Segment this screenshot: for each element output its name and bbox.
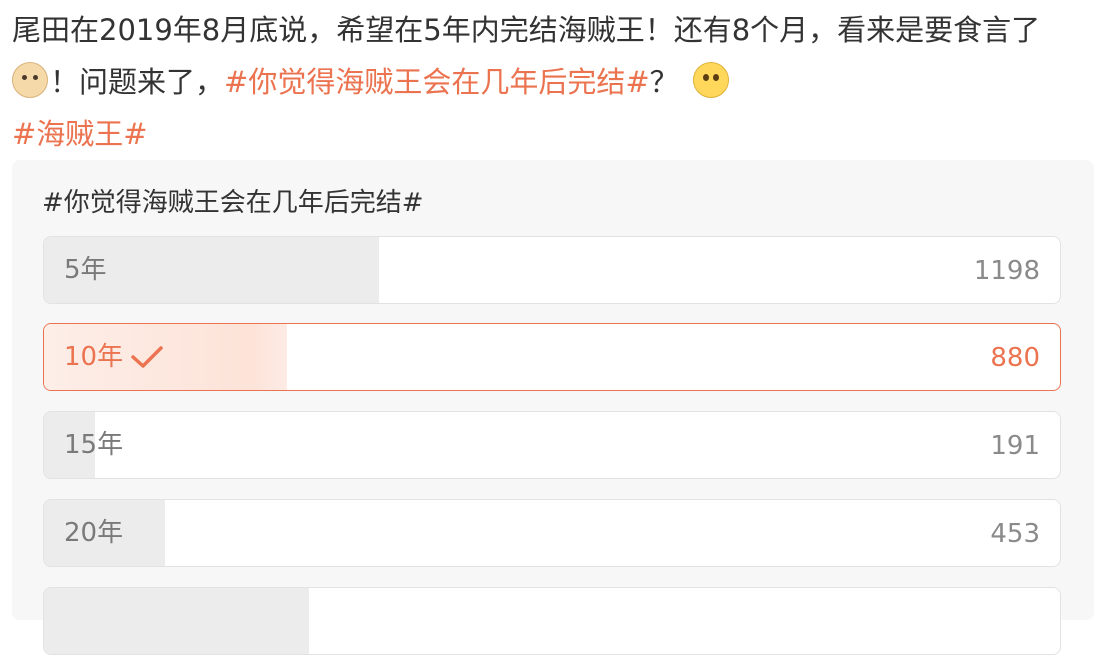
poll-option-partial[interactable] (43, 587, 1061, 655)
topic-hashtag-link[interactable]: #你觉得海贼王会在几年后完结# (224, 65, 650, 99)
poll-option-count: 880 (990, 343, 1040, 373)
poll-option-label: 20年 (64, 518, 124, 548)
poll-option-label: 15年 (64, 430, 124, 460)
poll-option-count: 191 (990, 431, 1040, 461)
poll-title: #你觉得海贼王会在几年后完结# (42, 188, 424, 218)
checkmark-icon (131, 346, 163, 368)
poll-option-5-years[interactable]: 5年 1198 (43, 236, 1061, 304)
poll-option-20-years[interactable]: 20年 453 (43, 499, 1061, 567)
post-line-2-text: ！问题来了， (50, 65, 225, 99)
one-piece-hashtag-link[interactable]: #海贼王# (12, 108, 1092, 160)
poll-option-result-bar (44, 588, 309, 654)
post-line-1: 尾田在2019年8月底说，希望在5年内完结海贼王！还有8个月，看来是要食言了 (12, 13, 1041, 47)
post-text: 尾田在2019年8月底说，希望在5年内完结海贼王！还有8个月，看来是要食言了 ！… (12, 4, 1092, 160)
poll-option-count: 453 (990, 519, 1040, 549)
poll-option-10-years[interactable]: 10年 880 (43, 323, 1061, 391)
poll-option-label: 10年 (64, 342, 124, 372)
post-line-2: ！问题来了，#你觉得海贼王会在几年后完结#？ (12, 56, 1092, 108)
poll-option-15-years[interactable]: 15年 191 (43, 411, 1061, 479)
thinking-emoji-icon (692, 62, 729, 98)
dog-emoji-icon (12, 62, 48, 98)
poll-card: #你觉得海贼王会在几年后完结# 5年 1198 10年 880 15年 191 … (12, 160, 1094, 655)
poll-option-count: 1198 (973, 256, 1040, 286)
poll-option-label: 5年 (64, 255, 107, 285)
post-line-2-end: ？ (649, 65, 679, 99)
